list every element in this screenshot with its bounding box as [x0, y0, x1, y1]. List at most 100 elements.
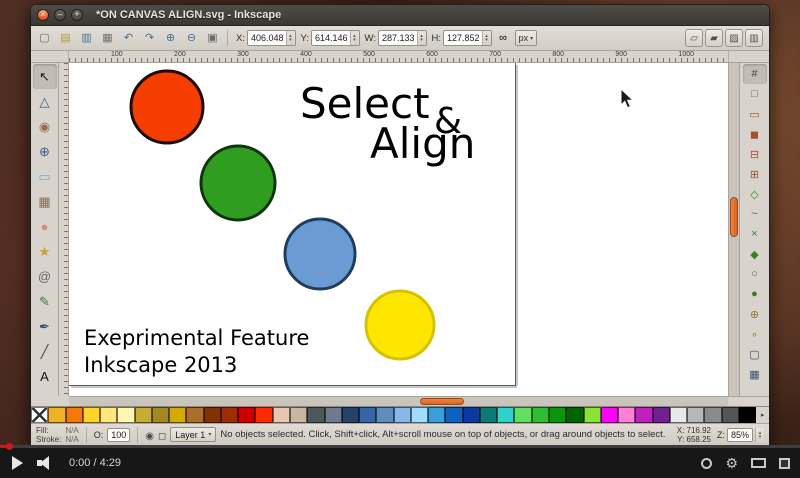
palette-swatch[interactable]: [117, 407, 134, 423]
field-value[interactable]: 287.133: [379, 31, 417, 45]
palette-swatch[interactable]: [549, 407, 566, 423]
zoom-tool[interactable]: ⊕: [33, 139, 57, 164]
ellipse-tool[interactable]: ●: [33, 214, 57, 239]
drawing-canvas[interactable]: Select & Align Exeprimental Feature Inks…: [69, 63, 728, 396]
minimize-button[interactable]: [54, 9, 66, 21]
layer-lock-icon[interactable]: [158, 426, 166, 444]
palette-swatch[interactable]: [255, 407, 272, 423]
open-document-icon[interactable]: ▤: [56, 29, 75, 48]
palette-swatch[interactable]: [152, 407, 169, 423]
snap-bbox-corners-icon[interactable]: ◼: [743, 124, 767, 144]
spinner-icon[interactable]: [482, 31, 491, 45]
palette-swatch[interactable]: [169, 407, 186, 423]
blue-circle[interactable]: [285, 219, 355, 289]
palette-swatch[interactable]: [497, 407, 514, 423]
red-circle[interactable]: [131, 71, 203, 143]
palette-swatch[interactable]: [532, 407, 549, 423]
palette-swatch[interactable]: [342, 407, 359, 423]
palette-swatch[interactable]: [618, 407, 635, 423]
layer-dropdown[interactable]: Layer 1: [170, 427, 216, 442]
snap-smooth-nodes-icon[interactable]: ○: [743, 264, 767, 284]
move-gradients-toggle[interactable]: ▨: [725, 29, 743, 47]
palette-swatch[interactable]: [584, 407, 601, 423]
field-value[interactable]: 127.852: [444, 31, 482, 45]
palette-swatch[interactable]: [83, 407, 100, 423]
vertical-ruler[interactable]: [59, 63, 69, 396]
palette-scroll-button[interactable]: ▸: [756, 407, 769, 423]
palette-swatch[interactable]: [653, 407, 670, 423]
unit-dropdown[interactable]: px: [515, 30, 538, 46]
palette-swatch[interactable]: [670, 407, 687, 423]
palette-swatch[interactable]: [135, 407, 152, 423]
node-tool[interactable]: △: [33, 89, 57, 114]
scale-stroke-toggle[interactable]: ▱: [685, 29, 703, 47]
move-patterns-toggle[interactable]: ▥: [745, 29, 763, 47]
layer-visibility-icon[interactable]: [145, 426, 154, 444]
lock-ratio-icon[interactable]: ∞: [494, 29, 513, 48]
palette-swatch[interactable]: [635, 407, 652, 423]
snap-nodes-icon[interactable]: ◇: [743, 184, 767, 204]
theater-mode-icon[interactable]: [751, 458, 766, 468]
palette-swatch[interactable]: [31, 407, 48, 423]
rectangle-tool[interactable]: ▭: [33, 164, 57, 189]
video-playhead[interactable]: [6, 443, 13, 450]
snap-bbox-icon[interactable]: □: [743, 84, 767, 104]
quality-icon[interactable]: [701, 458, 712, 469]
green-circle[interactable]: [201, 146, 275, 220]
palette-swatch[interactable]: [186, 407, 203, 423]
vertical-scrollbar-thumb[interactable]: [730, 197, 738, 237]
palette-swatch[interactable]: [514, 407, 531, 423]
palette-swatch[interactable]: [325, 407, 342, 423]
pen-tool[interactable]: ✒: [33, 314, 57, 339]
title-bar[interactable]: *ON CANVAS ALIGN.svg - Inkscape: [31, 5, 769, 26]
palette-swatch[interactable]: [566, 407, 583, 423]
snap-bbox-midpoints-icon[interactable]: ⊟: [743, 144, 767, 164]
spinner-icon[interactable]: [350, 31, 359, 45]
text-tool[interactable]: A: [33, 364, 57, 389]
snap-grids-icon[interactable]: ▦: [743, 364, 767, 384]
settings-gear-icon[interactable]: [725, 456, 738, 470]
zoom-field[interactable]: 85%: [727, 428, 753, 442]
calligraphy-tool[interactable]: ╱: [33, 339, 57, 364]
palette-swatch[interactable]: [238, 407, 255, 423]
palette-swatch[interactable]: [704, 407, 721, 423]
snap-intersections-icon[interactable]: ×: [743, 224, 767, 244]
redo-icon[interactable]: ↷: [140, 29, 159, 48]
snap-rotation-centers-icon[interactable]: ∘: [743, 324, 767, 344]
palette-swatch[interactable]: [480, 407, 497, 423]
undo-icon[interactable]: ↶: [119, 29, 138, 48]
palette-swatch[interactable]: [359, 407, 376, 423]
palette-swatch[interactable]: [290, 407, 307, 423]
selector-tool[interactable]: ↖: [33, 64, 57, 89]
scale-corners-toggle[interactable]: ▰: [705, 29, 723, 47]
volume-icon[interactable]: [37, 456, 55, 470]
tweak-tool[interactable]: ◉: [33, 114, 57, 139]
palette-swatch[interactable]: [463, 407, 480, 423]
video-seek-bar[interactable]: [0, 445, 800, 448]
yellow-circle[interactable]: [366, 291, 434, 359]
snap-bbox-edges-icon[interactable]: ▭: [743, 104, 767, 124]
spinner-icon[interactable]: [417, 31, 426, 45]
palette-swatch[interactable]: [376, 407, 393, 423]
palette-swatch[interactable]: [307, 407, 324, 423]
palette-swatch[interactable]: [428, 407, 445, 423]
pencil-tool[interactable]: ✎: [33, 289, 57, 314]
palette-swatch[interactable]: [221, 407, 238, 423]
field-value[interactable]: 406.048: [248, 31, 286, 45]
palette-swatch[interactable]: [687, 407, 704, 423]
snap-master-toggle[interactable]: #: [743, 64, 767, 84]
save-icon[interactable]: ▥: [77, 29, 96, 48]
fullscreen-icon[interactable]: [779, 458, 790, 469]
opacity-field[interactable]: 100: [107, 428, 130, 442]
spinner-icon[interactable]: [286, 31, 295, 45]
palette-swatch[interactable]: [601, 407, 618, 423]
horizontal-ruler[interactable]: 1002003004005006007008009001000: [69, 51, 728, 62]
snap-object-centers-icon[interactable]: ⊕: [743, 304, 767, 324]
spiral-tool[interactable]: @: [33, 264, 57, 289]
palette-swatch[interactable]: [100, 407, 117, 423]
palette-swatch[interactable]: [66, 407, 83, 423]
print-icon[interactable]: ▦: [98, 29, 117, 48]
maximize-button[interactable]: [71, 9, 83, 21]
palette-swatch[interactable]: [273, 407, 290, 423]
zoom-out-icon[interactable]: ⊖: [182, 29, 201, 48]
